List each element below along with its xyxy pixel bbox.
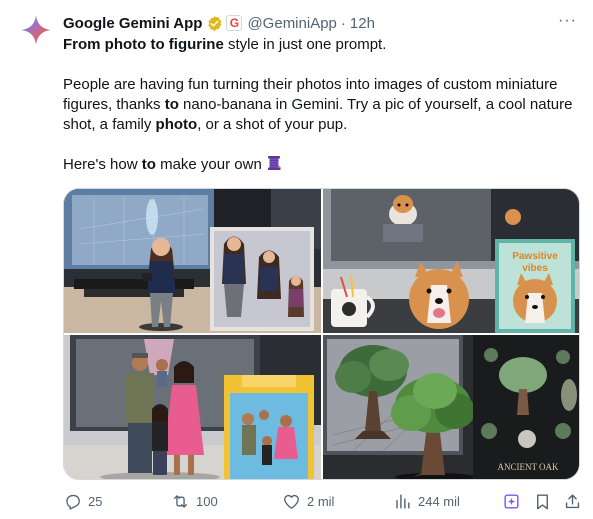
repost-button[interactable]: 100 — [171, 492, 218, 511]
tweet-paragraph-2: People are having fun turning their phot… — [63, 75, 579, 135]
verified-badge-icon[interactable] — [206, 15, 223, 32]
google-g-badge-icon[interactable]: G — [226, 15, 243, 31]
views-icon — [396, 494, 410, 509]
grok-button[interactable] — [502, 492, 521, 511]
author-handle[interactable]: @GeminiApp — [247, 15, 336, 32]
media-image-tree-figurine[interactable]: ANCIENT OAK — [323, 335, 579, 479]
reply-icon — [66, 494, 80, 510]
avatar[interactable] — [20, 14, 52, 46]
tree-figurine-illustration: ANCIENT OAK — [323, 335, 579, 479]
reply-count: 25 — [88, 494, 103, 509]
text-run: Here's how — [63, 156, 142, 173]
bookmark-button[interactable] — [533, 492, 552, 511]
views-count: 244 mil — [418, 494, 460, 509]
more-options-button[interactable]: ··· — [558, 12, 577, 30]
bookmark-icon — [537, 494, 548, 510]
tweet-paragraph-3: Here's how to make your own — [63, 155, 579, 175]
repost-count: 100 — [196, 494, 218, 509]
media-image-family-figurine[interactable] — [64, 335, 321, 479]
author-name[interactable]: Google Gemini App — [63, 15, 202, 32]
bold-text: From photo to figurine — [63, 36, 224, 53]
text-run: style in just one prompt. — [223, 36, 387, 53]
tweet-actions: 25 100 2 mil 244 mil — [63, 492, 582, 512]
bold-text: to — [164, 96, 179, 113]
thread-spool-icon — [266, 155, 282, 171]
share-icon — [565, 494, 580, 509]
tweet-line-1: From photo to figurine style in just one… — [63, 35, 579, 55]
separator-dot: · — [340, 14, 346, 32]
box-text-corgi: Pawsitive — [512, 251, 558, 262]
repost-icon — [173, 495, 188, 508]
text-run: make your own — [155, 156, 266, 173]
bold-text: to — [141, 156, 156, 173]
bold-text: photo — [155, 116, 198, 133]
grok-icon — [504, 494, 519, 509]
text-run: , or a shot of your pup. — [197, 116, 348, 133]
media-image-woman-figurine[interactable] — [64, 189, 321, 333]
tweet-text: From photo to figurine style in just one… — [63, 35, 579, 175]
like-count: 2 mil — [307, 494, 335, 509]
family-figurine-illustration — [64, 335, 321, 479]
like-icon — [284, 494, 299, 509]
gemini-sparkle-icon — [21, 15, 51, 45]
media-image-corgi-figurine[interactable]: Pawsitive vibes — [323, 189, 579, 333]
views-button[interactable]: 244 mil — [393, 492, 460, 511]
media-grid[interactable]: Pawsitive vibes ANCIENT OAK — [63, 188, 580, 480]
like-button[interactable]: 2 mil — [282, 492, 334, 511]
timestamp[interactable]: 12h — [350, 15, 375, 32]
tweet-header: Google Gemini App G @GeminiApp · 12h ··· — [63, 12, 577, 34]
woman-figurine-illustration — [64, 189, 321, 333]
share-button[interactable] — [563, 492, 582, 511]
box-text-tree: ANCIENT OAK — [497, 462, 559, 472]
reply-button[interactable]: 25 — [63, 492, 102, 511]
box-text-corgi-2: vibes — [522, 263, 548, 274]
corgi-figurine-illustration: Pawsitive vibes — [323, 189, 579, 333]
